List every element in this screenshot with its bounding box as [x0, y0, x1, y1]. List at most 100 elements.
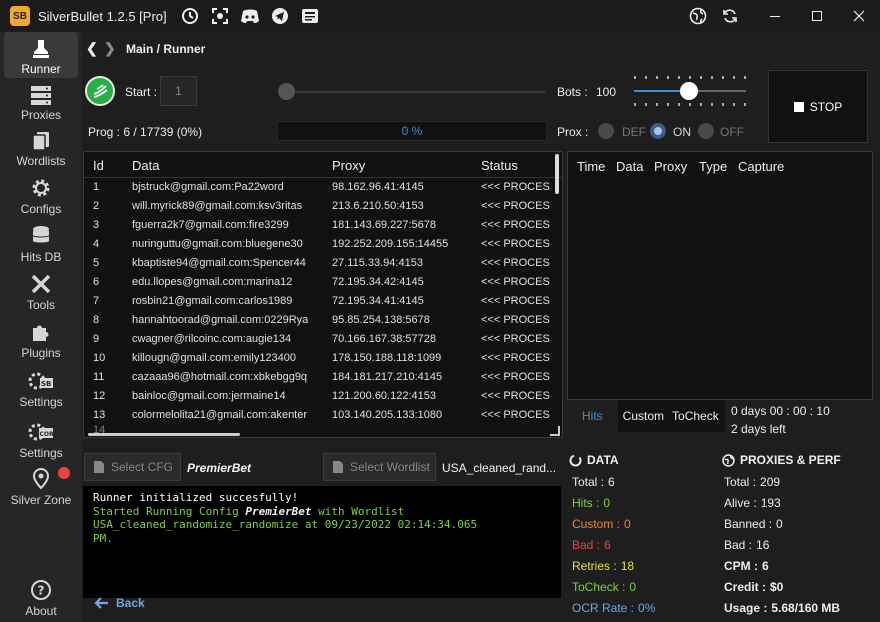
console-line: USA_cleaned_randomize_randomize at 09/23… [93, 518, 478, 531]
select-wordlist-button[interactable]: Select Wordlist [323, 453, 436, 481]
sidebar-item-plugins[interactable]: Plugins [4, 316, 78, 362]
news-icon[interactable] [299, 5, 321, 27]
telegram-icon[interactable] [269, 5, 291, 27]
table-row[interactable]: 2 will.myrick89@gmail.com:ksv3ritas 213.6.… [84, 198, 562, 217]
file-icon [94, 461, 104, 473]
prox-on-radio[interactable] [650, 123, 666, 139]
hit-tabs: Hits Custom ToCheck [567, 400, 725, 432]
table-row[interactable]: 6 edu.llopes@gmail.com:marina12 72.195.34.… [84, 274, 562, 293]
forward-chevron-icon[interactable]: ❯ [104, 40, 118, 57]
table-row[interactable]: 1 bjstruck@gmail.com:Pa22word 98.162.96.41… [84, 179, 562, 198]
resize-grip-icon[interactable] [550, 426, 560, 436]
stat-label: Bad : [572, 538, 601, 552]
cell-proxy: 27.115.33.94:4153 [332, 257, 423, 269]
refresh-icon[interactable] [714, 0, 746, 32]
select-cfg-button[interactable]: Select CFG [84, 453, 181, 481]
table-row[interactable]: 11 cazaaa96@hotmail.com:xbkebgg9q 184.181.… [84, 369, 562, 388]
sidebar-item-tools[interactable]: Tools [4, 268, 78, 314]
table-row[interactable]: 10 killougn@gmail.com:emily123400 178.150.… [84, 350, 562, 369]
start-logo-icon[interactable] [85, 76, 115, 106]
column-header-id[interactable]: Id [93, 158, 104, 173]
maximize-button[interactable] [796, 0, 838, 32]
screenshot-icon[interactable] [209, 5, 231, 27]
cell-proxy: 184.181.217.210:4145 [332, 371, 443, 383]
arrow-left-icon [94, 597, 108, 609]
stat-item: OCR Rate :0% [572, 601, 655, 615]
cell-id: 2 [93, 200, 100, 212]
proxy-stats-title: PROXIES & PERF [722, 453, 841, 467]
sidebar-item-runner[interactable]: Runner [4, 32, 78, 78]
sidebar-item-label: Settings [19, 395, 63, 409]
svg-text:CORE: CORE [40, 431, 55, 438]
table-row[interactable]: 12 bainloc@gmail.com:jermaine14 121.200.60… [84, 388, 562, 407]
close-button[interactable] [838, 0, 880, 32]
table-row[interactable]: 5 kbaptiste94@gmail.com:Spencer44 27.115.3… [84, 255, 562, 274]
table-row[interactable]: 8 hannahtoorad@gmail.com:0229Rya 95.85.254… [84, 312, 562, 331]
sidebar-item-proxies[interactable]: Proxies [4, 78, 78, 124]
column-header-time[interactable]: Time [577, 159, 605, 174]
stat-value: 16 [756, 538, 770, 552]
column-header-data[interactable]: Data [616, 159, 643, 174]
bots-slider[interactable] [634, 76, 746, 106]
table-row[interactable]: 7 rosbin21@gmail.com:carlos1989 72.195.34.… [84, 293, 562, 312]
stat-label: OCR Rate : [572, 601, 635, 615]
cell-status: <<< PROCES [481, 295, 550, 307]
tab-hits[interactable]: Hits [567, 400, 618, 432]
sidebar-item-label: Settings [19, 446, 63, 460]
discord-icon[interactable] [239, 5, 261, 27]
select-wordlist-label: Select Wordlist [350, 460, 430, 474]
console-line: Runner initialized succesfully! [93, 491, 299, 504]
sidebar-item-about[interactable]: ? About [4, 574, 78, 620]
sidebar-item-hits-db[interactable]: Hits DB [4, 220, 78, 266]
cell-proxy: 98.162.96.41:4145 [332, 181, 424, 193]
minimize-button[interactable] [754, 0, 796, 32]
globe-icon[interactable] [682, 0, 714, 32]
tools-icon [31, 274, 51, 294]
sidebar-item-settings-sb[interactable]: SB Settings [4, 365, 78, 411]
stat-label: Banned : [724, 517, 773, 531]
column-header-type[interactable]: Type [699, 159, 727, 174]
svg-text:SB: SB [41, 380, 51, 388]
table-row[interactable]: 3 fguerra2k7@gmail.com:fire3299 181.143.69… [84, 217, 562, 236]
settings-core-icon: CORE [28, 423, 55, 441]
sidebar-item-configs[interactable]: Configs [4, 172, 78, 218]
back-button[interactable]: Back [94, 596, 145, 610]
start-slider-track[interactable] [285, 91, 545, 93]
cell-data: cwagner@rilcoinc.com:augie134 [132, 333, 292, 345]
column-header-data[interactable]: Data [132, 158, 159, 173]
back-chevron-icon[interactable]: ❮ [86, 40, 100, 57]
prox-off-radio[interactable] [698, 123, 714, 139]
cell-status: <<< PROCES [481, 333, 550, 345]
cell-proxy: 72.195.34.41:4145 [332, 295, 424, 307]
stat-value: 209 [760, 475, 781, 489]
horizontal-scrollbar[interactable] [88, 433, 240, 436]
prox-off-label: OFF [720, 125, 744, 139]
tab-tocheck[interactable]: ToCheck [668, 400, 725, 432]
vertical-scrollbar[interactable] [555, 154, 559, 194]
table-header: Id Data Proxy Status [84, 152, 562, 178]
slider-thumb[interactable] [680, 82, 698, 100]
start-slider-knob[interactable] [278, 83, 295, 100]
tab-custom[interactable]: Custom [617, 400, 669, 432]
time-left: 2 days left [731, 422, 786, 436]
column-header-status[interactable]: Status [481, 158, 518, 173]
progress-bar: 0 % [277, 121, 547, 141]
prox-def-radio[interactable] [598, 123, 614, 139]
back-label: Back [116, 596, 145, 610]
console-line: PM. [93, 531, 113, 545]
cell-proxy: 121.200.60.122:4153 [332, 390, 436, 402]
sidebar-item-wordlists[interactable]: Wordlists [4, 124, 78, 170]
column-header-proxy[interactable]: Proxy [332, 158, 365, 173]
runner-icon [33, 40, 49, 58]
table-row[interactable]: 9 cwagner@rilcoinc.com:augie134 70.166.167… [84, 331, 562, 350]
column-header-proxy[interactable]: Proxy [654, 159, 687, 174]
table-row[interactable]: 4 nuringuttu@gmail.com:bluegene30 192.252.… [84, 236, 562, 255]
stat-item: Bad :16 [724, 538, 769, 552]
history-icon[interactable] [179, 5, 201, 27]
stop-button[interactable]: STOP [768, 70, 868, 143]
start-input[interactable]: 1 [160, 76, 197, 106]
sidebar-item-silver-zone[interactable]: Silver Zone [4, 463, 78, 509]
sidebar-item-label: Proxies [20, 108, 61, 122]
sidebar-item-settings-core[interactable]: CORE Settings [4, 416, 78, 462]
column-header-capture[interactable]: Capture [738, 159, 784, 174]
